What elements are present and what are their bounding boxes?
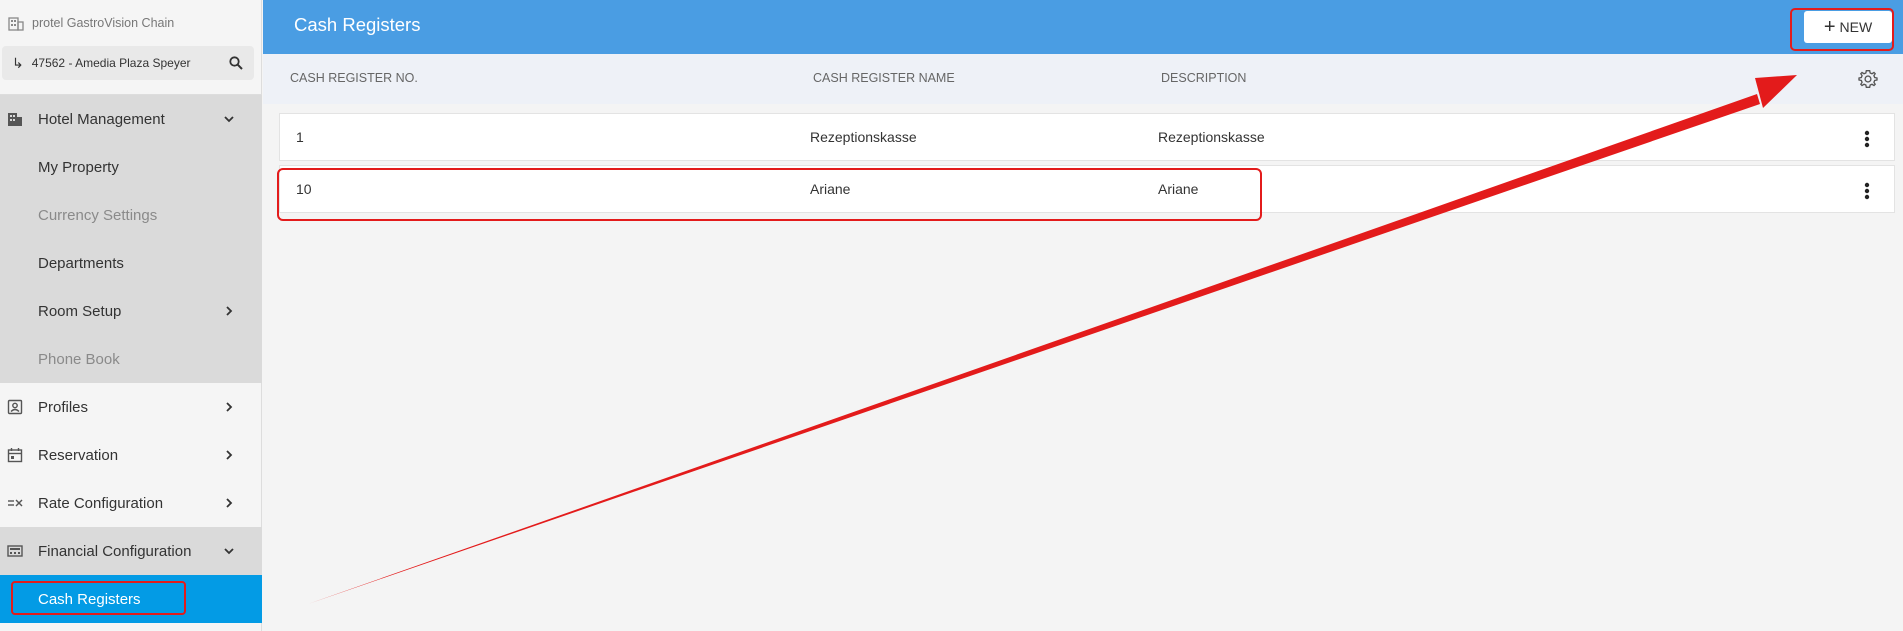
sidebar-item-financial-configuration[interactable]: Financial Configuration (0, 527, 262, 575)
sidebar-item-currency-settings[interactable]: Currency Settings (0, 191, 262, 239)
gear-icon[interactable] (1858, 69, 1878, 89)
table-header: CASH REGISTER NO. CASH REGISTER NAME DES… (263, 54, 1903, 104)
chevron-right-icon (226, 306, 233, 316)
more-vertical-icon[interactable] (1864, 182, 1870, 200)
sidebar-item-label: Profiles (38, 398, 89, 416)
sidebar-item-phone-book[interactable]: Phone Book (0, 335, 262, 383)
annotation-highlight-box (277, 168, 1262, 221)
page-header: Cash Registers + NEW (263, 0, 1903, 54)
sidebar: protel GastroVision Chain ↳ 47562 - Amed… (0, 0, 262, 631)
cell-description: Rezeptionskasse (1158, 129, 1265, 145)
cash-register-icon (7, 545, 23, 557)
annotation-highlight-box (11, 581, 186, 615)
property-name: 47562 - Amedia Plaza Speyer (31, 56, 191, 70)
column-header-description[interactable]: DESCRIPTION (1161, 71, 1246, 85)
sidebar-item-label: Rate Configuration (38, 494, 164, 512)
building-icon (8, 113, 22, 126)
sidebar-item-my-property[interactable]: My Property (0, 143, 262, 191)
sidebar-item-label: Phone Book (38, 350, 120, 368)
chevron-down-icon (224, 548, 234, 555)
sidebar-item-label: Hotel Management (38, 110, 165, 128)
column-header-no[interactable]: CASH REGISTER NO. (290, 71, 418, 85)
sidebar-item-departments[interactable]: Departments (0, 239, 262, 287)
sidebar-item-profiles[interactable]: Profiles (0, 383, 262, 431)
sidebar-item-label: Room Setup (38, 302, 122, 320)
chain-name: protel GastroVision Chain (32, 15, 175, 30)
chevron-right-icon (226, 498, 233, 508)
page-title: Cash Registers (294, 14, 421, 35)
sidebar-item-label: Currency Settings (38, 206, 158, 224)
calendar-icon (7, 448, 23, 463)
subdirectory-arrow-icon: ↳ (12, 54, 24, 71)
sidebar-item-hotel-management[interactable]: Hotel Management (0, 95, 262, 143)
building-icon (8, 16, 24, 31)
cell-no: 1 (296, 129, 304, 145)
search-icon[interactable] (228, 55, 244, 71)
sidebar-item-label: Reservation (38, 446, 119, 464)
table-row[interactable]: 1 Rezeptionskasse Rezeptionskasse (279, 113, 1895, 161)
property-search[interactable]: ↳ 47562 - Amedia Plaza Speyer (2, 46, 254, 80)
rate-config-icon (8, 499, 23, 507)
chevron-down-icon (224, 116, 234, 123)
chevron-right-icon (226, 450, 233, 460)
column-header-name[interactable]: CASH REGISTER NAME (813, 71, 955, 85)
sidebar-nav: Hotel Management My Property Currency Se… (0, 95, 262, 623)
chain-selector[interactable]: protel GastroVision Chain (0, 0, 261, 45)
sidebar-item-rate-configuration[interactable]: Rate Configuration (0, 479, 262, 527)
sidebar-item-label: Financial Configuration (38, 542, 192, 560)
sidebar-item-label: My Property (38, 158, 119, 176)
chevron-right-icon (226, 402, 233, 412)
sidebar-item-label: Departments (38, 254, 124, 272)
sidebar-item-cash-registers[interactable]: Cash Registers (0, 575, 262, 623)
more-vertical-icon[interactable] (1864, 130, 1870, 148)
cell-name: Rezeptionskasse (810, 129, 917, 145)
sidebar-item-reservation[interactable]: Reservation (0, 431, 262, 479)
annotation-highlight-box (1790, 8, 1894, 51)
contact-card-icon (7, 399, 23, 415)
sidebar-item-room-setup[interactable]: Room Setup (0, 287, 262, 335)
